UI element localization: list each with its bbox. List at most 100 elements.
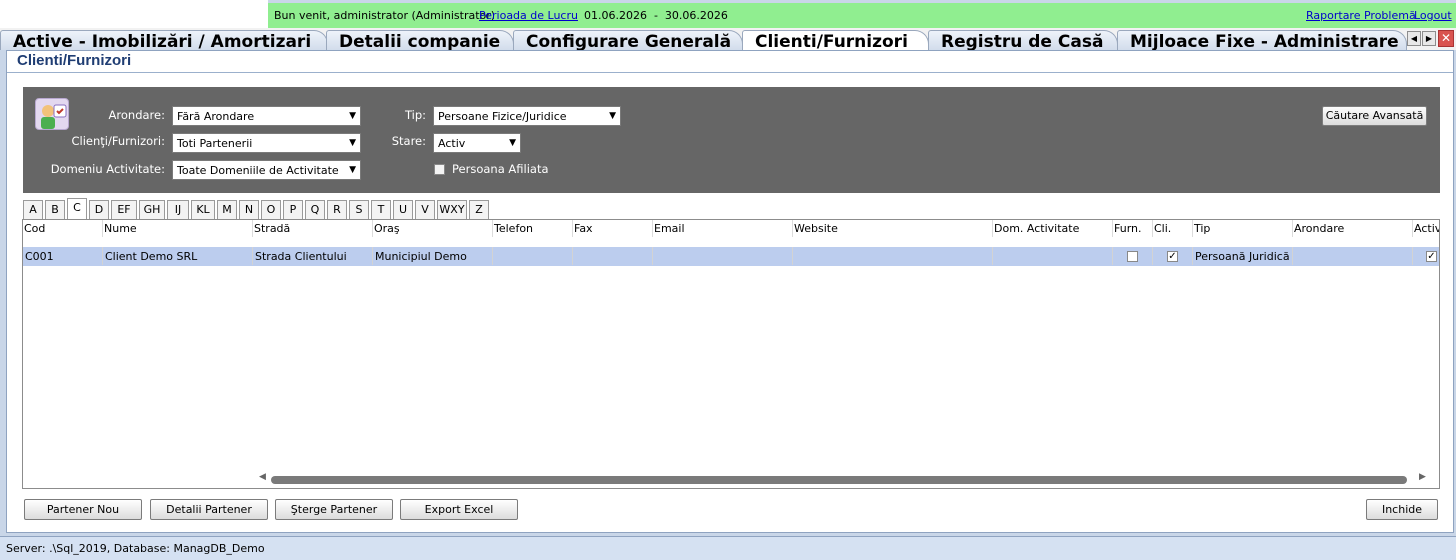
filter-panel: Arondare: Fără Arondare ▼ Clienţi/Furniz…	[23, 87, 1440, 193]
cell-email	[653, 247, 793, 265]
report-problem-link[interactable]: Raportare Problemă	[1306, 9, 1416, 22]
horizontal-scrollbar[interactable]	[271, 476, 1407, 484]
tab-scroll-right-icon[interactable]: ▶	[1422, 31, 1436, 46]
export-excel-button[interactable]: Export Excel	[400, 499, 518, 520]
letter-tab[interactable]: R	[327, 200, 347, 219]
col-arondare[interactable]: Arondare	[1293, 220, 1413, 237]
tab-registru-casa[interactable]: Registru de Casă	[928, 30, 1118, 50]
cell-telefon	[493, 247, 573, 265]
advanced-search-button[interactable]: Căutare Avansată	[1322, 106, 1427, 126]
col-fax[interactable]: Fax	[573, 220, 653, 237]
letter-tab[interactable]: C	[67, 198, 87, 219]
persoana-afiliata-checkbox[interactable]	[434, 164, 445, 175]
chevron-down-icon: ▼	[349, 165, 356, 175]
delete-partner-button[interactable]: Şterge Partener	[275, 499, 393, 520]
chevron-down-icon: ▼	[349, 138, 356, 148]
clients-page: Clienti/Furnizori Arondare: Fără Arondar…	[6, 50, 1454, 533]
cell-tip: Persoană Juridică	[1193, 247, 1293, 265]
tab-detalii-companie[interactable]: Detalii companie	[326, 30, 514, 50]
cell-oras: Municipiul Demo	[373, 247, 493, 265]
col-telefon[interactable]: Telefon	[493, 220, 573, 237]
letter-tab[interactable]: IJ	[167, 200, 189, 219]
col-activ[interactable]: Activ	[1413, 220, 1439, 237]
letter-tab[interactable]: N	[239, 200, 259, 219]
letter-tab[interactable]: V	[415, 200, 435, 219]
col-cod[interactable]: Cod	[23, 220, 103, 237]
col-dom-activitate[interactable]: Dom. Activitate	[993, 220, 1113, 237]
arondare-select[interactable]: Fără Arondare ▼	[172, 106, 361, 126]
letter-tab[interactable]: Z	[469, 200, 489, 219]
furn-checkbox[interactable]	[1127, 251, 1138, 262]
top-bar: Bun venit, administrator (Administrator)…	[0, 0, 1456, 30]
col-tip[interactable]: Tip	[1193, 220, 1293, 237]
page-title: Clienti/Furnizori	[17, 52, 132, 69]
partner-details-button[interactable]: Detalii Partener	[150, 499, 268, 520]
table-row[interactable]: C001 Client Demo SRL Strada Clientului M…	[23, 247, 1439, 266]
scroll-left-icon[interactable]: ◀	[259, 472, 266, 482]
clienti-furnizori-select[interactable]: Toti Partenerii ▼	[172, 133, 361, 153]
cell-activ: ✓	[1413, 247, 1439, 265]
letter-tab[interactable]: S	[349, 200, 369, 219]
scroll-right-icon[interactable]: ▶	[1419, 472, 1426, 482]
tab-configurare-generala[interactable]: Configurare Generală	[513, 30, 743, 50]
work-period-range: 01.06.2026 - 30.06.2026	[584, 9, 728, 22]
col-furn[interactable]: Furn.	[1113, 220, 1153, 237]
persoana-afiliata-label: Persoana Afiliata	[452, 162, 549, 176]
letter-tab[interactable]: M	[217, 200, 237, 219]
module-tabs: Active - Imobilizări / Amortizari Detali…	[0, 28, 1456, 50]
letter-tab[interactable]: GH	[139, 200, 165, 219]
welcome-text: Bun venit, administrator (Administrator)	[274, 9, 496, 22]
tip-select[interactable]: Persoane Fizice/Juridice ▼	[433, 106, 621, 126]
col-strada[interactable]: Stradă	[253, 220, 373, 237]
work-period-link[interactable]: Perioada de Lucru	[479, 9, 578, 22]
col-oras[interactable]: Oraş	[373, 220, 493, 237]
stare-select[interactable]: Activ ▼	[433, 133, 521, 153]
tab-mijloace-fixe[interactable]: Mijloace Fixe - Administrare	[1117, 30, 1407, 50]
cell-website	[793, 247, 993, 265]
letter-tab[interactable]: WXY	[437, 200, 467, 219]
cli-checkbox[interactable]: ✓	[1167, 251, 1178, 262]
letter-tab[interactable]: B	[45, 200, 65, 219]
close-icon[interactable]: ✕	[1438, 30, 1454, 47]
stare-label: Stare:	[391, 134, 426, 148]
partners-grid: Cod Nume Stradă Oraş Telefon Fax Email W…	[22, 219, 1440, 489]
close-button[interactable]: Inchide	[1366, 499, 1438, 520]
col-nume[interactable]: Nume	[103, 220, 253, 237]
chevron-down-icon: ▼	[509, 138, 516, 148]
letter-tab[interactable]: T	[371, 200, 391, 219]
letter-tab[interactable]: U	[393, 200, 413, 219]
domeniu-activitate-label: Domeniu Activitate:	[50, 162, 165, 176]
letter-tab[interactable]: KL	[191, 200, 215, 219]
letter-tab[interactable]: P	[283, 200, 303, 219]
logout-link[interactable]: Logout	[1414, 9, 1452, 22]
cell-nume: Client Demo SRL	[103, 247, 253, 265]
tip-label: Tip:	[404, 108, 426, 122]
activ-checkbox[interactable]: ✓	[1426, 251, 1437, 262]
new-partner-button[interactable]: Partener Nou	[24, 499, 142, 520]
cell-cli: ✓	[1153, 247, 1193, 265]
clienti-furnizori-label: Clienţi/Furnizori:	[71, 134, 165, 148]
cell-strada: Strada Clientului	[253, 247, 373, 265]
tab-clienti-furnizori[interactable]: Clienti/Furnizori	[742, 30, 929, 50]
arondare-label: Arondare:	[108, 108, 165, 122]
title-divider	[7, 72, 1453, 73]
cell-cod: C001	[23, 247, 103, 265]
cell-fax	[573, 247, 653, 265]
letter-tab[interactable]: A	[23, 200, 43, 219]
letter-tab[interactable]: EF	[111, 200, 137, 219]
letter-tab[interactable]: O	[261, 200, 281, 219]
chevron-down-icon: ▼	[349, 111, 356, 121]
letter-tab[interactable]: Q	[305, 200, 325, 219]
col-website[interactable]: Website	[793, 220, 993, 237]
domeniu-activitate-select[interactable]: Toate Domeniile de Activitate ▼	[172, 160, 361, 180]
tab-active-imobilizari[interactable]: Active - Imobilizări / Amortizari	[0, 30, 328, 50]
cell-dom-activitate	[993, 247, 1113, 265]
tab-scroll-left-icon[interactable]: ◀	[1407, 31, 1421, 46]
letter-tab[interactable]: D	[89, 200, 109, 219]
cell-arondare	[1293, 247, 1413, 265]
cell-furn	[1113, 247, 1153, 265]
col-email[interactable]: Email	[653, 220, 793, 237]
status-bar: Server: .\Sql_2019, Database: ManagDB_De…	[0, 536, 1456, 560]
col-cli[interactable]: Cli.	[1153, 220, 1193, 237]
chevron-down-icon: ▼	[609, 111, 616, 121]
